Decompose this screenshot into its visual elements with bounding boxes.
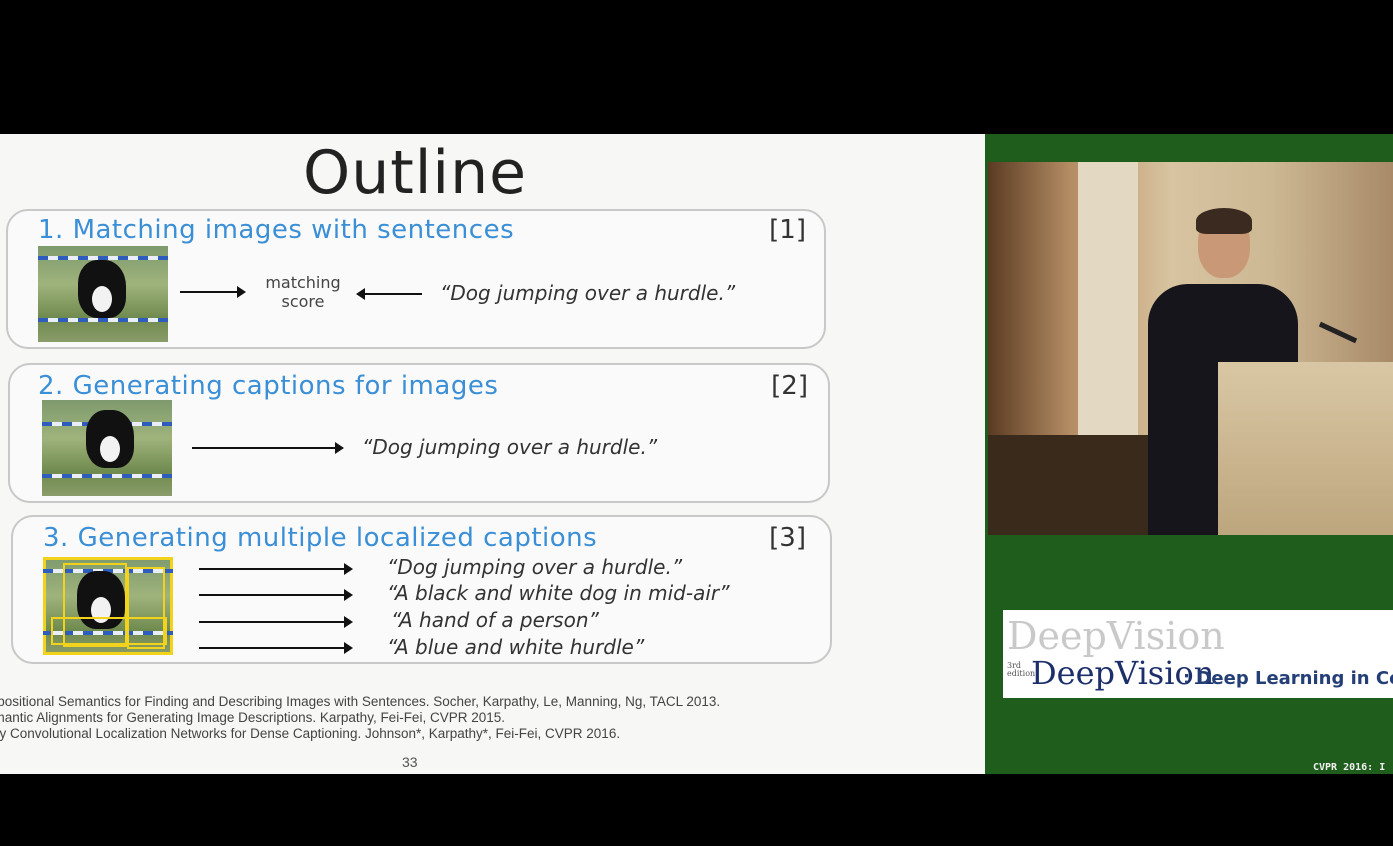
panel-ref: [2]: [771, 371, 808, 401]
caption: “Dog jumping over a hurdle.”: [362, 435, 658, 459]
score-label: score: [281, 292, 325, 311]
dog-image-boxes: [43, 557, 173, 655]
cvpr-footer: CVPR 2016: I: [1313, 762, 1386, 773]
panel-ref: [1]: [769, 215, 806, 245]
references: mpositional Semantics for Finding and De…: [0, 694, 985, 742]
arrow-right: [199, 642, 353, 654]
microphone: [1318, 321, 1358, 344]
speaker-panel: DeepVision 3rd edition DeepVision : Deep…: [985, 134, 1393, 774]
reference-1: mpositional Semantics for Finding and De…: [0, 694, 721, 709]
reference-3: ully Convolutional Localization Networks…: [0, 726, 621, 741]
reference-2: emantic Alignments for Generating Image …: [0, 710, 505, 725]
speaker-video: [988, 162, 1393, 535]
outline-panel-1: 1. Matching images with sentences [1] ma…: [6, 209, 826, 349]
slide-title: Outline: [302, 138, 528, 208]
caption: “Dog jumping over a hurdle.”: [387, 555, 683, 579]
caption: “A black and white dog in mid-air”: [387, 581, 730, 605]
page-number: 33: [402, 754, 418, 770]
letterbox-top: [0, 0, 1393, 134]
arrow-right: [199, 589, 353, 601]
slide: Outline 1. Matching images with sentence…: [0, 134, 985, 774]
caption: “A hand of a person”: [391, 608, 599, 632]
panel-ref: [3]: [769, 523, 806, 553]
arrow-right: [199, 616, 353, 628]
caption: “A blue and white hurdle”: [387, 635, 645, 659]
panel-title: 3. Generating multiple localized caption…: [43, 523, 598, 553]
podium: [1218, 362, 1393, 535]
matching-score-label: matching score: [248, 273, 358, 311]
outline-panel-2: 2. Generating captions for images [2] “D…: [8, 363, 830, 503]
deepvision-logo: DeepVision 3rd edition DeepVision : Deep…: [1003, 610, 1393, 698]
caption: “Dog jumping over a hurdle.”: [440, 281, 736, 305]
panel-title: 2. Generating captions for images: [38, 371, 499, 401]
logo-ghost-text: DeepVision: [1007, 614, 1225, 658]
arrow-left: [356, 288, 422, 300]
arrow-right: [180, 286, 246, 298]
panel-title: 1. Matching images with sentences: [38, 215, 515, 245]
logo-subtitle: : Deep Learning in Comp: [1183, 668, 1393, 689]
dog-image: [38, 246, 168, 342]
letterbox-bottom: [0, 774, 1393, 846]
matching-label: matching: [265, 273, 341, 292]
dog-image: [42, 400, 172, 496]
outline-panel-3: 3. Generating multiple localized caption…: [11, 515, 832, 664]
arrow-right: [199, 563, 353, 575]
arrow-right: [192, 442, 344, 454]
